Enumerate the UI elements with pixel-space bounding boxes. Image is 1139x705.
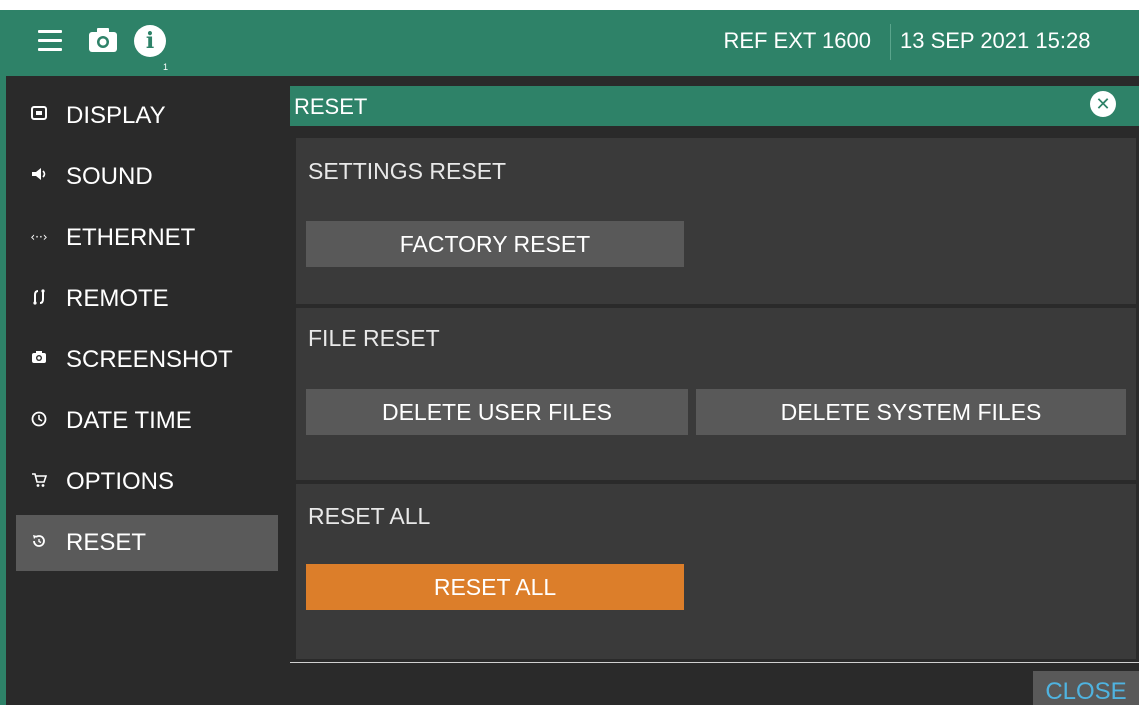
- close-button[interactable]: CLOSE: [1033, 671, 1139, 705]
- panel-title: RESET ALL: [308, 503, 431, 529]
- sidebar-item-screenshot[interactable]: SCREENSHOT: [16, 332, 278, 388]
- panel-title: FILE RESET: [308, 325, 440, 351]
- panel-title: SETTINGS RESET: [308, 158, 507, 184]
- delete-system-files-button[interactable]: DELETE SYSTEM FILES: [696, 389, 1126, 435]
- sidebar-item-sound[interactable]: SOUND: [16, 149, 278, 205]
- file-reset-panel: FILE RESET DELETE USER FILES DELETE SYST…: [296, 308, 1136, 480]
- sidebar-item-ethernet[interactable]: ‹··› ETHERNET: [16, 210, 278, 266]
- delete-user-files-button[interactable]: DELETE USER FILES: [306, 389, 688, 435]
- sidebar-item-label: SOUND: [66, 163, 153, 190]
- sidebar-item-reset[interactable]: RESET: [16, 515, 278, 571]
- sidebar-item-label: SCREENSHOT: [66, 346, 233, 373]
- sidebar-item-label: DISPLAY: [66, 102, 166, 129]
- info-icon[interactable]: i: [134, 25, 166, 57]
- reference-status: REF EXT 1600: [723, 28, 871, 53]
- info-badge: 1: [163, 62, 169, 72]
- settings-reset-panel: SETTINGS RESET FACTORY RESET: [296, 138, 1136, 304]
- topbar-divider: [890, 24, 891, 60]
- reset-icon: [30, 533, 48, 551]
- close-circle-icon[interactable]: ✕: [1090, 91, 1116, 117]
- ethernet-icon: ‹··›: [30, 230, 48, 244]
- sidebar-item-remote[interactable]: REMOTE: [16, 271, 278, 327]
- sidebar-item-label: REMOTE: [66, 285, 169, 312]
- reset-dialog: RESET ✕ SETTINGS RESET FACTORY RESET FIL…: [290, 86, 1139, 705]
- sidebar-item-options[interactable]: OPTIONS: [16, 454, 278, 510]
- camera-icon: [30, 350, 48, 368]
- sidebar: DISPLAY SOUND ‹··› ETHERNET REMOTE SCREE…: [6, 76, 289, 705]
- sidebar-item-label: DATE TIME: [66, 407, 192, 434]
- sidebar-item-label: ETHERNET: [66, 224, 196, 251]
- hamburger-menu-icon[interactable]: [38, 30, 62, 52]
- app-window: i 1 REF EXT 1600 13 SEP 2021 15:28 DISPL…: [0, 10, 1139, 705]
- sidebar-item-label: RESET: [66, 529, 147, 556]
- speaker-icon: [30, 167, 48, 185]
- factory-reset-button[interactable]: FACTORY RESET: [306, 221, 684, 267]
- top-bar: i 1 REF EXT 1600 13 SEP 2021 15:28: [0, 10, 1139, 76]
- camera-icon[interactable]: [88, 26, 118, 54]
- clock-icon: [30, 411, 48, 429]
- reset-all-button[interactable]: RESET ALL: [306, 564, 684, 610]
- display-icon: [30, 106, 48, 124]
- remote-icon: [30, 289, 48, 307]
- sidebar-item-date-time[interactable]: DATE TIME: [16, 393, 278, 449]
- cart-icon: [30, 472, 48, 490]
- sidebar-item-label: OPTIONS: [66, 468, 175, 495]
- divider: [290, 662, 1139, 663]
- dialog-title: RESET: [294, 94, 368, 119]
- dialog-header: RESET ✕: [290, 86, 1139, 126]
- reset-all-panel: RESET ALL RESET ALL: [296, 484, 1136, 659]
- date-time: 13 SEP 2021 15:28: [900, 28, 1091, 53]
- sidebar-item-display[interactable]: DISPLAY: [16, 88, 278, 144]
